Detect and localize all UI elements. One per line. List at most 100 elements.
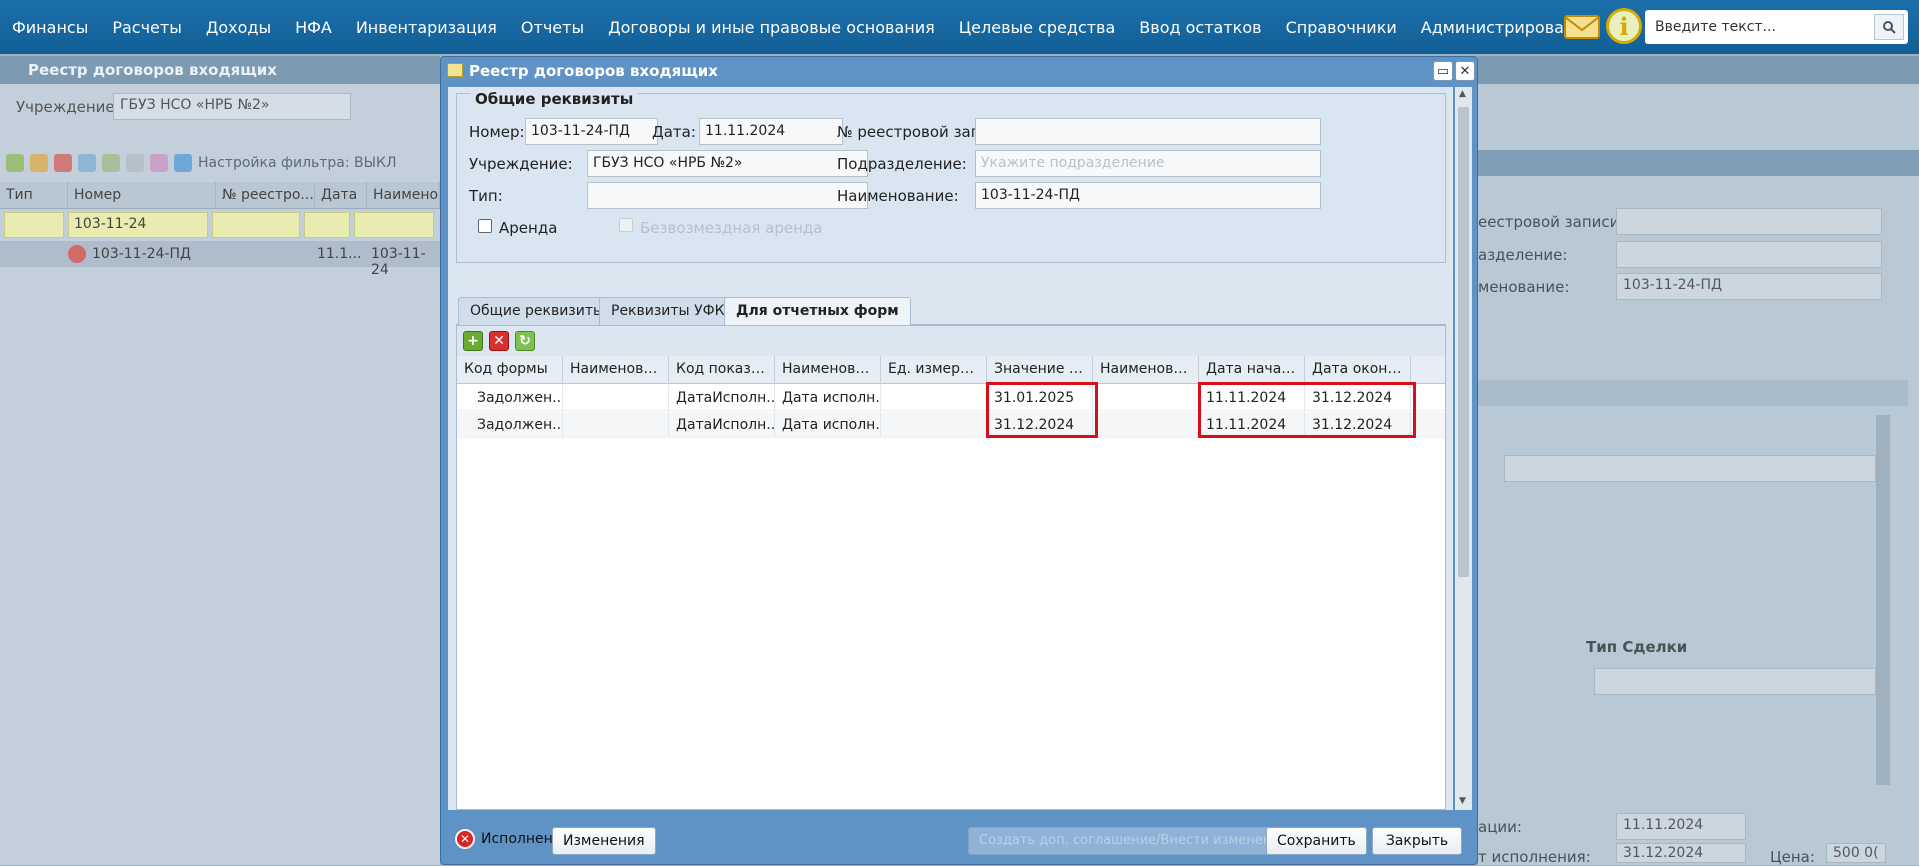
filter-setting-label[interactable]: Настройка фильтра: ВЫКЛ [198,155,396,171]
scroll-up-icon[interactable]: ▲ [1459,89,1466,99]
menu-balances[interactable]: Ввод остатков [1127,18,1273,37]
col-unit[interactable]: Ед. измерения [881,356,987,384]
bg-right-price-field[interactable]: 500 0( [1826,843,1886,863]
col-name-1[interactable]: Наименован... [563,356,669,384]
menu-targeted-funds[interactable]: Целевые средства [947,18,1128,37]
changes-button[interactable]: Изменения [552,827,656,855]
modal-footer: ✕ Исполнен Изменения Создать доп. соглаш… [441,818,1477,866]
tab-bar: Общие реквизиты Реквизиты УФК Для отчетн… [456,295,1446,327]
menu-nfa[interactable]: НФА [283,18,344,37]
date-field[interactable]: 11.11.2024 [699,118,843,145]
bg-col-type[interactable]: Тип [0,182,68,208]
tab-report-forms[interactable]: Для отчетных форм [724,297,911,327]
bg-row-number: 103-11-24-ПД [92,246,191,262]
bg-col-date[interactable]: Дата [315,182,367,208]
refresh-button[interactable]: ↻ [515,331,535,351]
add-icon[interactable] [6,154,24,172]
close-button[interactable]: Закрыть [1372,827,1462,855]
col-indicator-code[interactable]: Код показат... [669,356,775,384]
maximize-button[interactable]: ▭ [1433,61,1453,81]
bg-institution-field[interactable]: ГБУЗ НСО «НРБ №2» [113,93,351,120]
bg-filter-date[interactable] [304,212,350,238]
bg-col-name[interactable]: Наименова [367,182,440,208]
close-window-button[interactable]: ✕ [1455,61,1475,81]
scroll-thumb[interactable] [1458,107,1469,577]
tab-ufk-details[interactable]: Реквизиты УФК [599,297,737,325]
cell-name-2: Дата исполн... [775,385,881,411]
bg-right-registry-field[interactable] [1616,208,1882,235]
subdivision-field[interactable]: Укажите подразделение [975,150,1321,177]
bg-right-price-label: Цена: [1770,848,1815,866]
name-field[interactable]: 103-11-24-ПД [975,182,1321,209]
filter-icon[interactable] [174,154,192,172]
bg-right-name-field[interactable]: 103-11-24-ПД [1616,273,1882,300]
bg-right-subdivision-label: азделение: [1478,246,1568,264]
menu-reports[interactable]: Отчеты [509,18,596,37]
col-name-2[interactable]: Наименован... [775,356,881,384]
bg-right-deal-type-label: Тип Сделки [1586,638,1688,656]
col-name-3[interactable]: Наименован... [1093,356,1199,384]
registry-record-field[interactable] [975,118,1321,145]
highlight-value-column [986,382,1098,438]
bg-filter-name[interactable] [354,212,434,238]
save-button[interactable]: Сохранить [1266,827,1367,855]
tab-general-details[interactable]: Общие реквизиты [458,297,617,325]
settings-icon[interactable] [150,154,168,172]
bg-right-field-a[interactable] [1504,455,1876,482]
scroll-down-icon[interactable]: ▼ [1459,796,1466,806]
search-input[interactable] [1645,12,1874,42]
menu-finance[interactable]: Финансы [0,18,100,37]
number-field[interactable]: 103-11-24-ПД [525,118,658,145]
add-row-button[interactable]: + [463,331,483,351]
info-icon[interactable]: i [1606,8,1642,44]
general-details-fieldset: Общие реквизиты Номер: 103-11-24-ПД Дата… [456,90,1446,263]
approve-icon[interactable] [102,154,120,172]
institution-field[interactable]: ГБУЗ НСО «НРБ №2» [587,150,868,177]
cell-name-1 [563,412,669,438]
menu-contracts[interactable]: Договоры и иные правовые основания [596,18,947,37]
bg-right-band [1478,150,1919,176]
institution-label: Учреждение: [469,155,573,173]
bg-col-registry[interactable]: № реестро... [216,182,315,208]
subdivision-label: Подразделение: [837,155,967,173]
check-icon[interactable] [126,154,144,172]
search-button[interactable] [1874,14,1904,40]
col-start-date[interactable]: Дата начала... [1199,356,1305,384]
bg-right-subdivision-field[interactable] [1616,241,1882,268]
bg-right-deal-type-field[interactable] [1594,668,1876,695]
col-value[interactable]: Значение по... [987,356,1093,384]
bg-table-row[interactable]: 103-11-24-ПД 11.1... 103-11-24 [0,241,440,278]
grid-toolbar: + ✕ ↻ [457,326,1445,356]
type-field[interactable] [587,182,868,209]
menu-inventory[interactable]: Инвентаризация [344,18,509,37]
bg-institution-label: Учреждение: [16,98,120,116]
bg-col-number[interactable]: Номер [68,182,216,208]
free-rent-checkbox[interactable] [619,218,633,232]
col-form-code[interactable]: Код формы [457,356,563,384]
rent-checkbox[interactable] [478,219,492,233]
bg-filter-number[interactable]: 103-11-24 [68,212,208,238]
copy-icon[interactable] [78,154,96,172]
bg-filter-type[interactable] [4,212,64,238]
cell-indicator-code: ДатаИсполн... [669,385,775,411]
bg-right-scrollbar[interactable] [1876,415,1890,785]
status-cancel-icon [68,245,86,263]
cell-form-code: Задолжен... [457,385,563,411]
bg-filter-registry[interactable] [212,212,300,238]
create-amendment-button[interactable]: Создать доп. соглашение/Внести изменения [968,827,1299,855]
cell-name-1 [563,385,669,411]
top-icons: i [1562,8,1642,44]
menu-references[interactable]: Справочники [1274,18,1409,37]
modal-scrollbar[interactable]: ▲ ▼ [1455,87,1472,810]
modal-title: Реестр договоров входящих [469,62,718,80]
highlight-date-columns [1198,382,1416,438]
delete-row-button[interactable]: ✕ [489,331,509,351]
col-end-date[interactable]: Дата оконча... [1305,356,1411,384]
bg-right-date-field[interactable]: 11.11.2024 [1616,813,1746,840]
edit-icon[interactable] [30,154,48,172]
menu-calculations[interactable]: Расчеты [100,18,194,37]
delete-icon[interactable] [54,154,72,172]
menu-income[interactable]: Доходы [194,18,283,37]
bg-right-exec-field[interactable]: 31.12.2024 [1616,843,1746,863]
mail-icon[interactable] [1562,8,1602,44]
